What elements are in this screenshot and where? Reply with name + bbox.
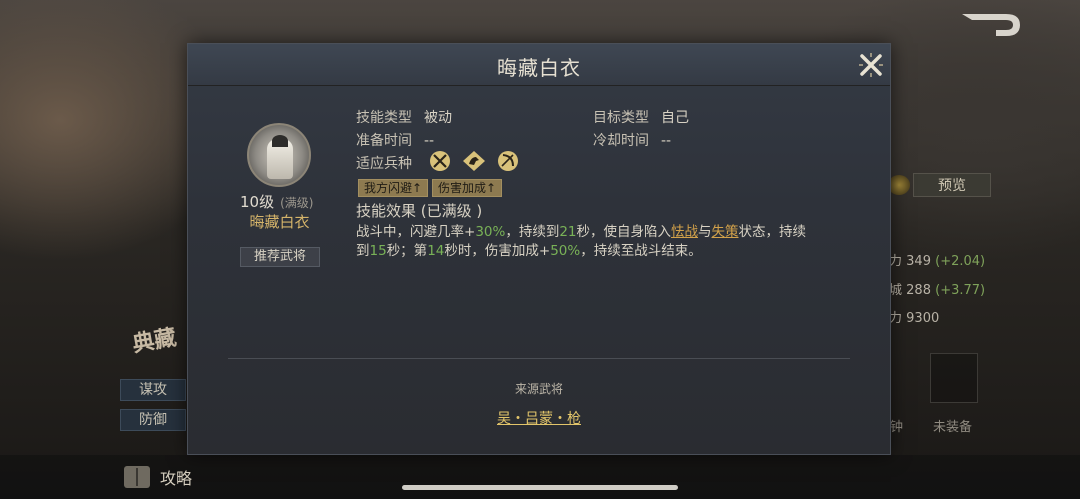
cavalry-icon [463,151,485,171]
equip-label: 钟 [890,420,904,435]
effect-title: 技能效果 (已满级 ) [356,202,483,220]
archer-icon [498,151,518,171]
stat-delta: (+3.77) [935,283,986,298]
item-name: 晦藏白衣 [249,213,310,231]
status-link[interactable]: 怯战 [671,224,698,240]
target-type-label: 目标类型 [593,110,649,126]
desc-text: 秒；第 [386,243,428,259]
tab-attack[interactable]: 谋攻 [120,379,186,401]
desc-value: 50% [550,243,581,259]
cooldown-label: 冷却时间 [593,133,649,149]
source-label: 来源武将 [514,382,563,396]
desc-text: 战斗中，闪避几率+ [356,224,476,240]
cooldown-value: -- [661,133,672,149]
stat-row: 力 9300 [889,307,939,326]
stat-value: 288 [906,283,931,298]
stat-row: 城 288 (+3.77) [889,279,985,298]
level-value: 10级 [240,193,275,211]
item-avatar [247,123,311,187]
prep-time-value: -- [424,133,435,149]
status-link[interactable]: 失策 [712,224,739,240]
source-general-link[interactable]: 吴・吕蒙・枪 [188,408,890,428]
recommend-general-button[interactable]: 推荐武将 [240,247,320,267]
desc-text: 秒，使自身陷入 [576,224,672,240]
tab-defense[interactable]: 防御 [120,409,186,431]
effect-tag: 伤害加成↑ [432,179,503,197]
target-type-value: 自己 [661,110,689,126]
back-arrow-icon[interactable] [960,12,1022,38]
modal-title: 晦藏白衣 [497,56,581,80]
effect-description: 战斗中，闪避几率+30%，持续到21秒，使自身陷入怯战与失策状态，持续到15秒；… [356,223,818,261]
book-icon [124,466,150,488]
skill-type: 技能类型 被动 [356,107,452,127]
desc-text: ，持续到 [505,224,560,240]
desc-value: 15 [369,243,387,259]
stat-value: 349 [906,254,931,269]
desc-value: 30% [475,224,506,240]
prep-time: 准备时间 -- [356,130,434,150]
cooldown: 冷却时间 -- [593,130,671,150]
stat-value: 9300 [906,311,940,326]
skill-detail-modal: 晦藏白衣 10级 (满级) 晦藏白衣 推荐武将 技能类型 被动 目标类型 自己 准备时… [187,43,891,455]
desc-value: 14 [427,243,445,259]
robe-collar [272,135,288,147]
equip-slot[interactable] [930,353,978,403]
troop-types: 适应兵种 [356,153,412,173]
item-level: 10级 (满级) [240,191,313,212]
level-note: (满级) [280,196,314,210]
infantry-icon [430,151,450,171]
desc-text: ，持续至战斗结束。 [580,243,702,259]
guide-button[interactable]: 攻略 [124,465,192,489]
stat-row: 力 349 (+2.04) [889,250,985,269]
preview-button[interactable]: 预览 [913,173,991,197]
effect-tag: 我方闪避↑ [358,179,429,197]
preview-gem-icon [888,175,910,195]
skill-type-label: 技能类型 [356,110,412,126]
equip-label: 未装备 [933,420,973,435]
close-icon[interactable] [858,52,884,78]
modal-header: 晦藏白衣 [188,44,890,86]
home-indicator[interactable] [402,485,678,490]
stat-delta: (+2.04) [935,254,986,269]
guide-label: 攻略 [160,469,193,488]
desc-text: 秒时，伤害加成+ [444,243,551,259]
divider [228,358,850,359]
troop-label: 适应兵种 [356,156,412,172]
prep-time-label: 准备时间 [356,133,412,149]
target-type: 目标类型 自己 [593,107,689,127]
skill-type-value: 被动 [424,110,452,126]
desc-value: 21 [559,224,577,240]
desc-text: 与 [698,224,712,240]
